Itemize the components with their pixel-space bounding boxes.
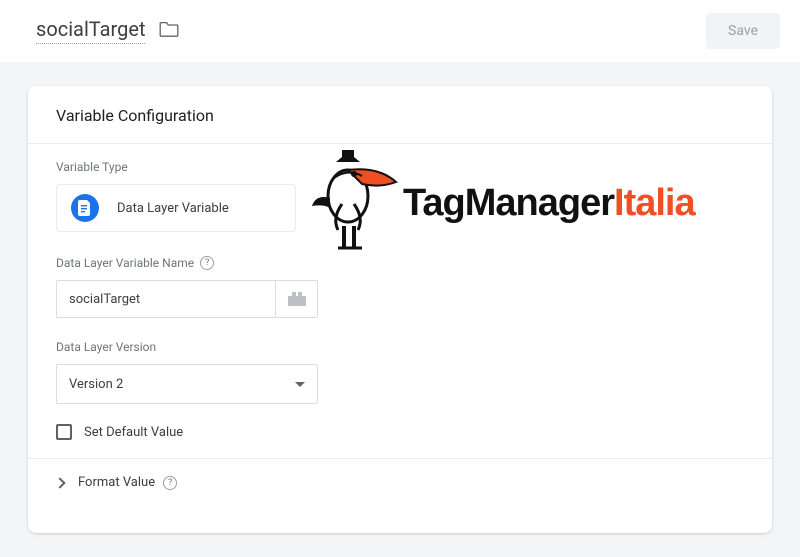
format-value-label: Format Value [78,475,155,490]
insert-variable-button[interactable] [276,280,318,318]
dropdown-icon [295,382,305,387]
card-title: Variable Configuration [28,86,772,143]
dlv-version-label: Data Layer Version [56,340,744,354]
help-icon[interactable]: ? [200,256,214,270]
dlv-version-value: Version 2 [69,377,123,392]
help-icon[interactable]: ? [163,476,177,490]
variable-type-value: Data Layer Variable [117,201,229,216]
variable-type-selector[interactable]: Data Layer Variable [56,184,296,232]
dlv-name-label: Data Layer Variable Name [56,256,194,270]
brick-icon [288,292,306,306]
dlv-name-input[interactable] [56,280,276,318]
dlv-version-select[interactable]: Version 2 [56,364,318,404]
data-layer-icon [71,194,99,222]
variable-config-card: Variable Configuration Variable Type Dat… [28,86,772,533]
variable-type-label: Variable Type [56,160,744,174]
chevron-right-icon [54,477,65,488]
set-default-label: Set Default Value [84,425,183,440]
folder-icon[interactable] [159,21,179,41]
variable-name-title[interactable]: socialTarget [36,17,145,44]
format-value-toggle[interactable]: Format Value ? [28,459,772,506]
set-default-checkbox[interactable] [56,424,72,440]
save-button[interactable]: Save [706,13,780,49]
